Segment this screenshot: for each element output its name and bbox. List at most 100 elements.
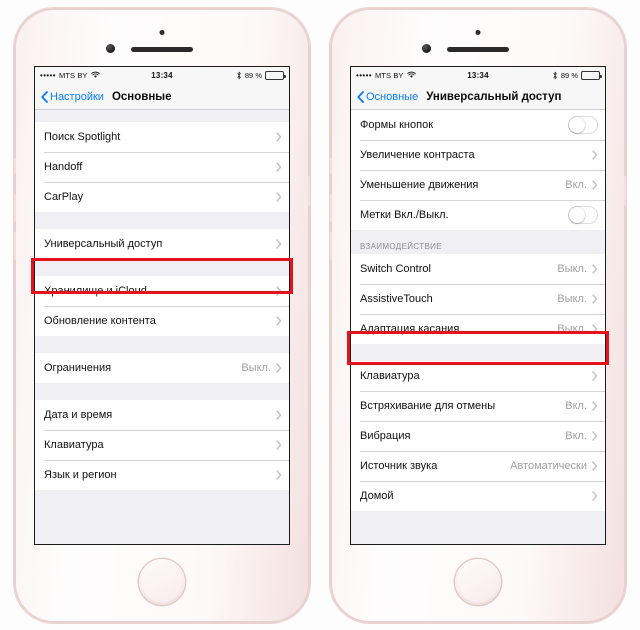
settings-row-универсальный-доступ[interactable]: Универсальный доступ <box>35 229 289 259</box>
settings-row-формы-кнопок[interactable]: Формы кнопок <box>351 110 605 140</box>
settings-row-клавиатура[interactable]: Клавиатура <box>351 361 605 391</box>
chevron-right-icon <box>276 410 282 420</box>
settings-row-поиск-spotlight[interactable]: Поиск Spotlight <box>35 122 289 152</box>
settings-row-обновление-контента[interactable]: Обновление контента <box>35 306 289 336</box>
iphone-device-left: ••••• MTS BY 13:34 89 % Настройки Основн… <box>14 8 310 623</box>
volume-up-button[interactable] <box>330 194 332 222</box>
settings-row-accessory <box>276 239 282 249</box>
settings-row-label: Источник звука <box>360 460 438 472</box>
settings-row-ограничения[interactable]: Ограничения Выкл. <box>35 353 289 383</box>
settings-row-accessory <box>276 440 282 450</box>
settings-row-label: Формы кнопок <box>360 119 434 131</box>
chevron-right-icon <box>276 162 282 172</box>
settings-row-assistivetouch[interactable]: AssistiveTouch Выкл. <box>351 284 605 314</box>
settings-row-адаптация-касания[interactable]: Адаптация касания Выкл. <box>351 314 605 344</box>
section-gap <box>35 110 289 122</box>
toggle-switch[interactable] <box>568 116 598 134</box>
settings-row-value: Вкл. <box>565 400 587 412</box>
settings-row-label: Увеличение контраста <box>360 149 475 161</box>
settings-row-accessory <box>592 491 598 501</box>
settings-row-язык-и-регион[interactable]: Язык и регион <box>35 460 289 490</box>
section-header: ВЗАИМОДЕЙСТВИЕ <box>351 230 605 254</box>
settings-row-accessory <box>276 162 282 172</box>
chevron-right-icon <box>592 461 598 471</box>
settings-row-accessory <box>276 470 282 480</box>
settings-group: Хранилище и iCloud Обновление контента <box>35 276 289 336</box>
chevron-right-icon <box>276 132 282 142</box>
chevron-right-icon <box>592 401 598 411</box>
settings-row-carplay[interactable]: CarPlay <box>35 182 289 212</box>
settings-row-handoff[interactable]: Handoff <box>35 152 289 182</box>
settings-group: Поиск Spotlight Handoff CarPlay <box>35 122 289 212</box>
silent-switch[interactable] <box>14 158 16 174</box>
home-button[interactable] <box>455 559 501 605</box>
toggle-switch[interactable] <box>568 206 598 224</box>
settings-row-хранилище-и-icloud[interactable]: Хранилище и iCloud <box>35 276 289 306</box>
volume-down-button[interactable] <box>14 232 16 260</box>
settings-row-accessory <box>568 116 598 134</box>
page-title: Универсальный доступ <box>426 90 562 103</box>
chevron-left-icon <box>41 90 48 103</box>
settings-row-accessory <box>276 410 282 420</box>
navigation-bar: Основные Универсальный доступ <box>351 84 605 110</box>
settings-row-label: Вибрация <box>360 430 411 442</box>
settings-row-label: Домой <box>360 490 394 502</box>
settings-row-уменьшение-движения[interactable]: Уменьшение движения Вкл. <box>351 170 605 200</box>
chevron-right-icon <box>276 192 282 202</box>
settings-row-switch-control[interactable]: Switch Control Выкл. <box>351 254 605 284</box>
status-bar: ••••• MTS BY 13:34 89 % <box>351 67 605 84</box>
settings-row-value: Выкл. <box>557 323 587 335</box>
battery-icon <box>581 71 602 80</box>
navigation-bar: Настройки Основные <box>35 84 289 110</box>
settings-row-label: Адаптация касания <box>360 323 460 335</box>
back-button-label: Настройки <box>50 90 104 103</box>
chevron-left-icon <box>357 90 364 103</box>
settings-group: Формы кнопок Увеличение контраста Уменьшен… <box>351 110 605 230</box>
power-button[interactable] <box>308 176 310 206</box>
settings-row-вибрация[interactable]: Вибрация Вкл. <box>351 421 605 451</box>
comparison-screenshot: ••••• MTS BY 13:34 89 % Настройки Основн… <box>0 0 640 630</box>
status-bar-right: 89 % <box>236 71 286 80</box>
back-button[interactable]: Настройки <box>41 91 104 103</box>
earpiece-speaker-icon <box>131 47 193 52</box>
section-gap <box>35 212 289 229</box>
silent-switch[interactable] <box>330 158 332 174</box>
settings-row-accessory <box>276 286 282 296</box>
section-gap <box>35 383 289 400</box>
settings-row-value: Вкл. <box>565 430 587 442</box>
settings-row-label: Клавиатура <box>44 439 104 451</box>
settings-row-label: Метки Вкл./Выкл. <box>360 209 449 221</box>
battery-percent-label: 89 % <box>244 71 262 80</box>
settings-row-accessory: Выкл. <box>557 263 598 275</box>
volume-up-button[interactable] <box>14 194 16 222</box>
settings-list[interactable]: Формы кнопок Увеличение контраста Уменьшен… <box>351 110 605 544</box>
settings-row-value: Вкл. <box>565 179 587 191</box>
settings-row-accessory: Вкл. <box>565 400 598 412</box>
home-button[interactable] <box>139 559 185 605</box>
page-title: Основные <box>111 90 172 103</box>
volume-down-button[interactable] <box>330 232 332 260</box>
back-button-label: Основные <box>366 90 419 103</box>
earpiece-speaker-icon <box>447 47 509 52</box>
settings-row-accessory: Выкл. <box>241 362 282 374</box>
settings-row-label: Язык и регион <box>44 469 117 481</box>
settings-list[interactable]: Поиск Spotlight Handoff CarPlay Универсальн… <box>35 110 289 544</box>
settings-row-встряхивание-для-отмены[interactable]: Встряхивание для отмены Вкл. <box>351 391 605 421</box>
settings-row-label: Switch Control <box>360 263 431 275</box>
settings-row-label: Хранилище и iCloud <box>44 285 147 297</box>
settings-row-label: Встряхивание для отмены <box>360 400 496 412</box>
settings-row-accessory <box>276 192 282 202</box>
settings-row-увеличение-контраста[interactable]: Увеличение контраста <box>351 140 605 170</box>
settings-row-метки-вкл-выкл[interactable]: Метки Вкл./Выкл. <box>351 200 605 230</box>
status-bar: ••••• MTS BY 13:34 89 % <box>35 67 289 84</box>
settings-row-accessory: Автоматически <box>510 460 598 472</box>
back-button[interactable]: Основные <box>357 91 418 103</box>
settings-row-value: Выкл. <box>241 362 271 374</box>
settings-row-дата-и-время[interactable]: Дата и время <box>35 400 289 430</box>
settings-row-label: Дата и время <box>44 409 113 421</box>
settings-row-клавиатура[interactable]: Клавиатура <box>35 430 289 460</box>
settings-row-домой[interactable]: Домой <box>351 481 605 511</box>
power-button[interactable] <box>624 176 626 206</box>
battery-icon <box>265 71 286 80</box>
settings-row-источник-звука[interactable]: Источник звука Автоматически <box>351 451 605 481</box>
